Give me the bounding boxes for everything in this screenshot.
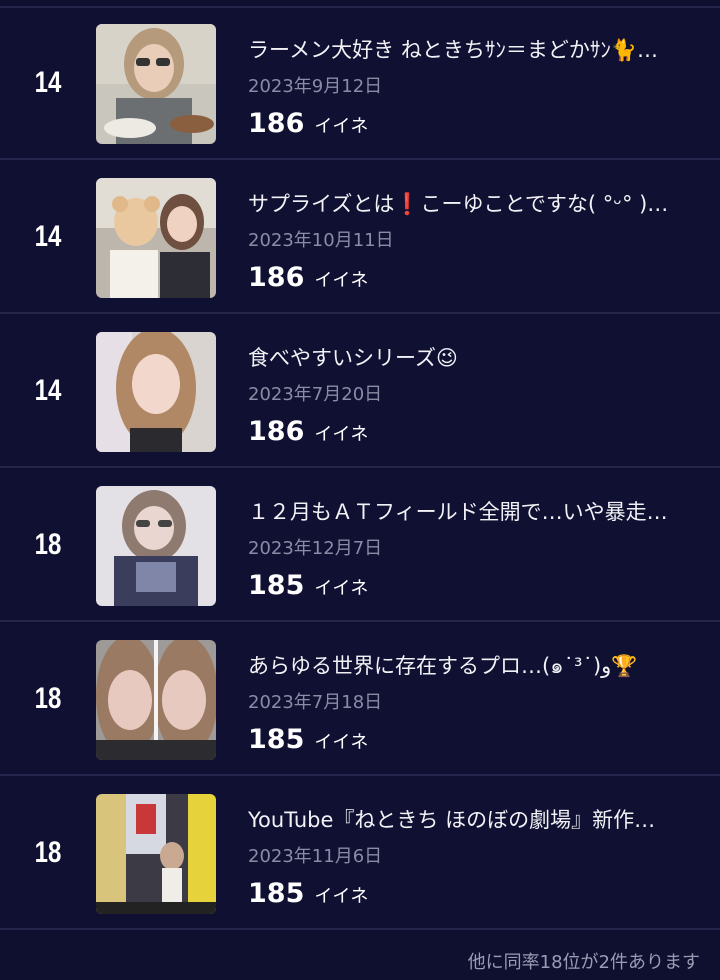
post-title[interactable]: あらゆる世界に存在するプロ…(๑˙³˙)و🏆 xyxy=(248,652,698,680)
post-title[interactable]: １２月もＡＴフィールド全開で…いや暴走… xyxy=(248,498,698,526)
like-count-number: 185 xyxy=(248,724,305,755)
like-count-unit: イイネ xyxy=(314,886,369,907)
like-count-number: 185 xyxy=(248,878,305,909)
post-date: 2023年7月20日 xyxy=(248,384,383,405)
ranking-row[interactable]: 18 YouTube『ねときち ほのぼの劇場』新作… 2023年11月6日 18… xyxy=(0,778,720,930)
like-count-number: 186 xyxy=(248,262,305,293)
post-date: 2023年10月11日 xyxy=(248,230,394,251)
like-count-unit: イイネ xyxy=(314,424,369,445)
ranking-row[interactable]: 18 １２月もＡＴフィールド全開で…いや暴走… 2023年12月7日 185 イ… xyxy=(0,470,720,622)
post-date: 2023年9月12日 xyxy=(248,76,383,97)
rank-number: 18 xyxy=(34,528,62,561)
like-count-number: 186 xyxy=(248,416,305,447)
footer-note: 他に同率18位が2件あります xyxy=(467,952,700,973)
like-count-unit: イイネ xyxy=(314,732,369,753)
post-thumbnail[interactable] xyxy=(96,794,216,914)
ranking-row[interactable]: 14 ラーメン大好き ねときちｻﾝ＝まどかｻﾝ🐈… 2023年9月12日 186… xyxy=(0,8,720,160)
like-count: 186 イイネ xyxy=(248,262,368,296)
rank-number: 18 xyxy=(34,682,62,715)
post-title[interactable]: サプライズとは❗こーゆことですな( °ᵕ° )… xyxy=(248,190,698,218)
like-count-unit: イイネ xyxy=(314,578,369,599)
like-count: 185 イイネ xyxy=(248,570,368,604)
like-count-unit: イイネ xyxy=(314,116,369,137)
post-title[interactable]: YouTube『ねときち ほのぼの劇場』新作… xyxy=(248,806,698,834)
post-date: 2023年7月18日 xyxy=(248,692,383,713)
rank-number: 14 xyxy=(34,66,62,99)
post-title[interactable]: 食べやすいシリーズ😉 xyxy=(248,344,698,372)
like-count: 186 イイネ xyxy=(248,108,368,142)
post-thumbnail[interactable] xyxy=(96,486,216,606)
like-count-number: 186 xyxy=(248,108,305,139)
ranking-row[interactable]: 18 あらゆる世界に存在するプロ…(๑˙³˙)و🏆 2023年7月18日 185… xyxy=(0,624,720,776)
like-count-unit: イイネ xyxy=(314,270,369,291)
post-date: 2023年11月6日 xyxy=(248,846,383,867)
post-thumbnail[interactable] xyxy=(96,178,216,298)
post-thumbnail[interactable] xyxy=(96,332,216,452)
post-thumbnail[interactable] xyxy=(96,640,216,760)
like-count-number: 185 xyxy=(248,570,305,601)
like-count: 186 イイネ xyxy=(248,416,368,450)
post-date: 2023年12月7日 xyxy=(248,538,383,559)
ranking-row[interactable]: 14 サプライズとは❗こーゆことですな( °ᵕ° )… 2023年10月11日 … xyxy=(0,162,720,314)
rank-number: 14 xyxy=(34,220,62,253)
rank-number: 14 xyxy=(34,374,62,407)
ranking-row[interactable]: 14 食べやすいシリーズ😉 2023年7月20日 186 イイネ xyxy=(0,316,720,468)
rank-number: 18 xyxy=(34,836,62,869)
like-count: 185 イイネ xyxy=(248,878,368,912)
post-thumbnail[interactable] xyxy=(96,24,216,144)
post-title[interactable]: ラーメン大好き ねときちｻﾝ＝まどかｻﾝ🐈… xyxy=(248,36,698,64)
like-count: 185 イイネ xyxy=(248,724,368,758)
